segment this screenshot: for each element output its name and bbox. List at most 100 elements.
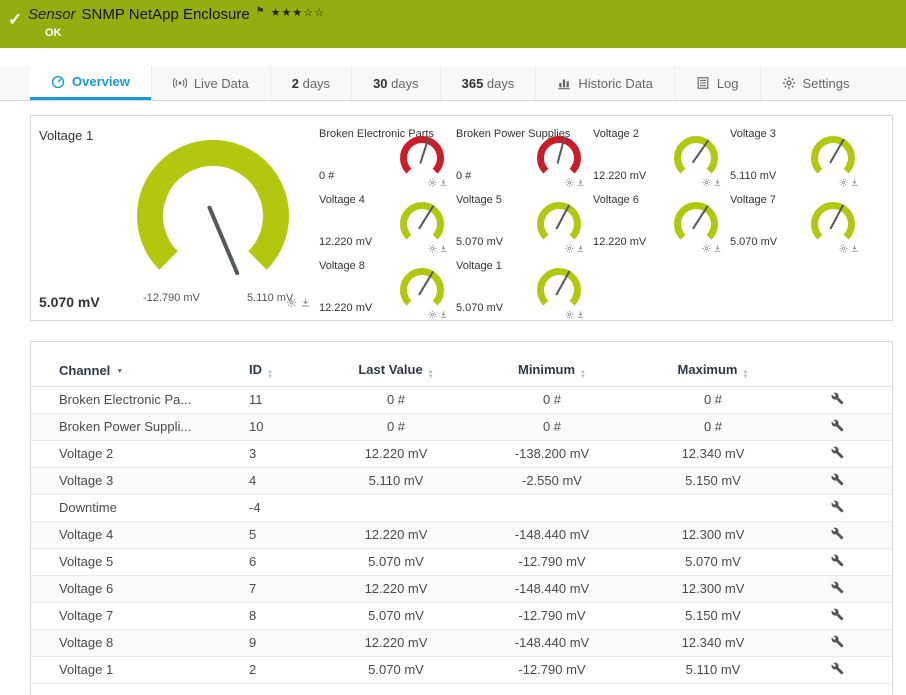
channel-row-broken-electronic-pa[interactable]: Broken Electronic Pa... 11 0 #0 #0 # (31, 386, 892, 414)
channel-minimum: 0 # (461, 413, 643, 441)
gear-icon[interactable] (428, 178, 437, 187)
download-icon[interactable] (576, 244, 585, 253)
edit-channel-icon[interactable] (831, 473, 844, 486)
gear-icon[interactable] (702, 178, 711, 187)
channel-row-voltage-3[interactable]: Voltage 3 4 5.110 mV -2.550 mV 5.150 mV (31, 467, 892, 495)
historic-icon (557, 76, 571, 90)
channel-maximum: 0 # (643, 413, 783, 441)
gauge-tile-voltage-4[interactable]: Voltage 4 12.220 mV (319, 190, 456, 256)
live-icon (172, 76, 187, 90)
gauge-tile-voltage-2[interactable]: Voltage 2 12.220 mV (593, 124, 730, 190)
channel-name[interactable]: Broken Electronic Pa... (31, 386, 249, 414)
channel-row-voltage-1[interactable]: Voltage 1 2 5.070 mV -12.790 mV 5.110 mV (31, 656, 892, 684)
tab-historic-data[interactable]: Historic Data (535, 66, 673, 100)
gear-icon[interactable] (702, 244, 711, 253)
gauge-tile-broken-electronic-parts[interactable]: Broken Electronic Parts 0 # (319, 124, 456, 190)
channel-name[interactable]: Voltage 3 (31, 467, 249, 495)
sort-toggle-icon: ▲ ▼ (742, 368, 749, 380)
gear-icon[interactable] (839, 244, 848, 253)
tab-live-data[interactable]: Live Data (150, 66, 270, 100)
gauge-actions (702, 178, 722, 187)
gauge-tile-voltage-7[interactable]: Voltage 7 5.070 mV (730, 190, 867, 256)
channel-row-voltage-2[interactable]: Voltage 2 3 12.220 mV -138.200 mV 12.340 mV (31, 440, 892, 468)
edit-channel-icon[interactable] (831, 662, 844, 675)
gauge-tile-broken-power-supplies[interactable]: Broken Power Supplies 0 # (456, 124, 593, 190)
gear-icon[interactable] (428, 310, 437, 319)
column-header-channel[interactable]: Channel ▼ (31, 356, 249, 387)
edit-channel-icon[interactable] (831, 581, 844, 594)
gauge-tile-voltage-5[interactable]: Voltage 5 5.070 mV (456, 190, 593, 256)
gear-icon[interactable] (565, 310, 574, 319)
channel-row-voltage-6[interactable]: Voltage 6 7 12.220 mV -148.440 mV 12.300 mV (31, 575, 892, 603)
gauge-value: 5.110 mV (730, 170, 777, 182)
channel-row-voltage-5[interactable]: Voltage 5 6 5.070 mV -12.790 mV 5.070 mV (31, 548, 892, 576)
gauge-tile-voltage-3[interactable]: Voltage 3 5.110 mV (730, 124, 867, 190)
download-icon[interactable] (439, 244, 448, 253)
edit-channel-icon[interactable] (831, 635, 844, 648)
primary-gauge-label: Voltage 1 (39, 128, 94, 143)
gauge-actions (565, 178, 585, 187)
download-icon[interactable] (713, 244, 722, 253)
channels-table-body: Broken Electronic Pa... 11 0 #0 #0 # Broken… (31, 386, 892, 684)
channel-name[interactable]: Broken Power Suppli... (31, 413, 249, 441)
channel-id: 2 (249, 656, 331, 684)
gear-icon[interactable] (565, 178, 574, 187)
priority-stars[interactable]: ★★★☆☆ (271, 6, 325, 19)
gauge-tile-voltage-6[interactable]: Voltage 6 12.220 mV (593, 190, 730, 256)
download-icon[interactable] (300, 297, 311, 308)
gauge-tile-voltage-1[interactable]: Voltage 1 5.070 mV (456, 256, 593, 320)
gear-icon[interactable] (565, 244, 574, 253)
tab-settings[interactable]: Settings (759, 66, 871, 100)
channel-maximum: 12.300 mV (643, 575, 783, 603)
channel-row-broken-power-suppli[interactable]: Broken Power Suppli... 10 0 #0 #0 # (31, 413, 892, 441)
channel-last-value: 5.110 mV (331, 467, 461, 495)
edit-channel-icon[interactable] (831, 419, 844, 432)
tab-overview[interactable]: Overview (30, 66, 151, 100)
channel-name[interactable]: Voltage 4 (31, 521, 249, 549)
column-header-last-value[interactable]: Last Value ▲ ▼ (331, 356, 461, 387)
channel-name[interactable]: Voltage 1 (31, 656, 249, 684)
channel-row-voltage-4[interactable]: Voltage 4 5 12.220 mV -148.440 mV 12.300 mV (31, 521, 892, 549)
download-icon[interactable] (713, 178, 722, 187)
edit-channel-icon[interactable] (831, 500, 844, 513)
download-icon[interactable] (576, 310, 585, 319)
sensor-title: SNMP NetApp Enclosure (81, 6, 250, 23)
gear-icon[interactable] (839, 178, 848, 187)
channel-last-value: 12.220 mV (331, 521, 461, 549)
gear-icon[interactable] (428, 244, 437, 253)
download-icon[interactable] (439, 178, 448, 187)
column-header-maximum[interactable]: Maximum ▲ ▼ (643, 356, 783, 387)
channel-row-voltage-8[interactable]: Voltage 8 9 12.220 mV -148.440 mV 12.340 mV (31, 629, 892, 657)
gauge-tile-voltage-8[interactable]: Voltage 8 12.220 mV (319, 256, 456, 320)
tab-log[interactable]: Log (673, 66, 760, 100)
edit-channel-icon[interactable] (831, 446, 844, 459)
channel-name[interactable]: Voltage 7 (31, 602, 249, 630)
edit-channel-icon[interactable] (831, 392, 844, 405)
channel-last-value: 5.070 mV (331, 656, 461, 684)
primary-gauge[interactable]: Voltage 1 5.070 mV -12.790 mV 5.110 mV (31, 116, 319, 320)
gauge-label: Voltage 2 (593, 128, 639, 140)
channel-name[interactable]: Voltage 5 (31, 548, 249, 576)
edit-channel-icon[interactable] (831, 608, 844, 621)
gear-icon[interactable] (286, 297, 297, 308)
edit-channel-icon[interactable] (831, 554, 844, 567)
column-header-id[interactable]: ID ▲ ▼ (249, 356, 331, 387)
channel-row-downtime[interactable]: Downtime -4 (31, 494, 892, 522)
download-icon[interactable] (439, 310, 448, 319)
channel-name[interactable]: Voltage 2 (31, 440, 249, 468)
channel-name[interactable]: Voltage 6 (31, 575, 249, 603)
tab-2-days[interactable]: 2 days (269, 66, 351, 100)
flag-icon[interactable]: ⚑ (256, 6, 265, 17)
download-icon[interactable] (850, 178, 859, 187)
column-header-minimum[interactable]: Minimum ▲ ▼ (461, 356, 643, 387)
download-icon[interactable] (850, 244, 859, 253)
edit-channel-icon[interactable] (831, 527, 844, 540)
download-icon[interactable] (576, 178, 585, 187)
channel-name[interactable]: Downtime (31, 494, 249, 522)
tab-30-days[interactable]: 30 days (351, 66, 440, 100)
channel-row-voltage-7[interactable]: Voltage 7 8 5.070 mV -12.790 mV 5.150 mV (31, 602, 892, 630)
gauge-value: 0 # (319, 170, 335, 182)
primary-gauge-dial (137, 139, 289, 297)
channel-name[interactable]: Voltage 8 (31, 629, 249, 657)
tab-365-days[interactable]: 365 days (439, 66, 536, 100)
